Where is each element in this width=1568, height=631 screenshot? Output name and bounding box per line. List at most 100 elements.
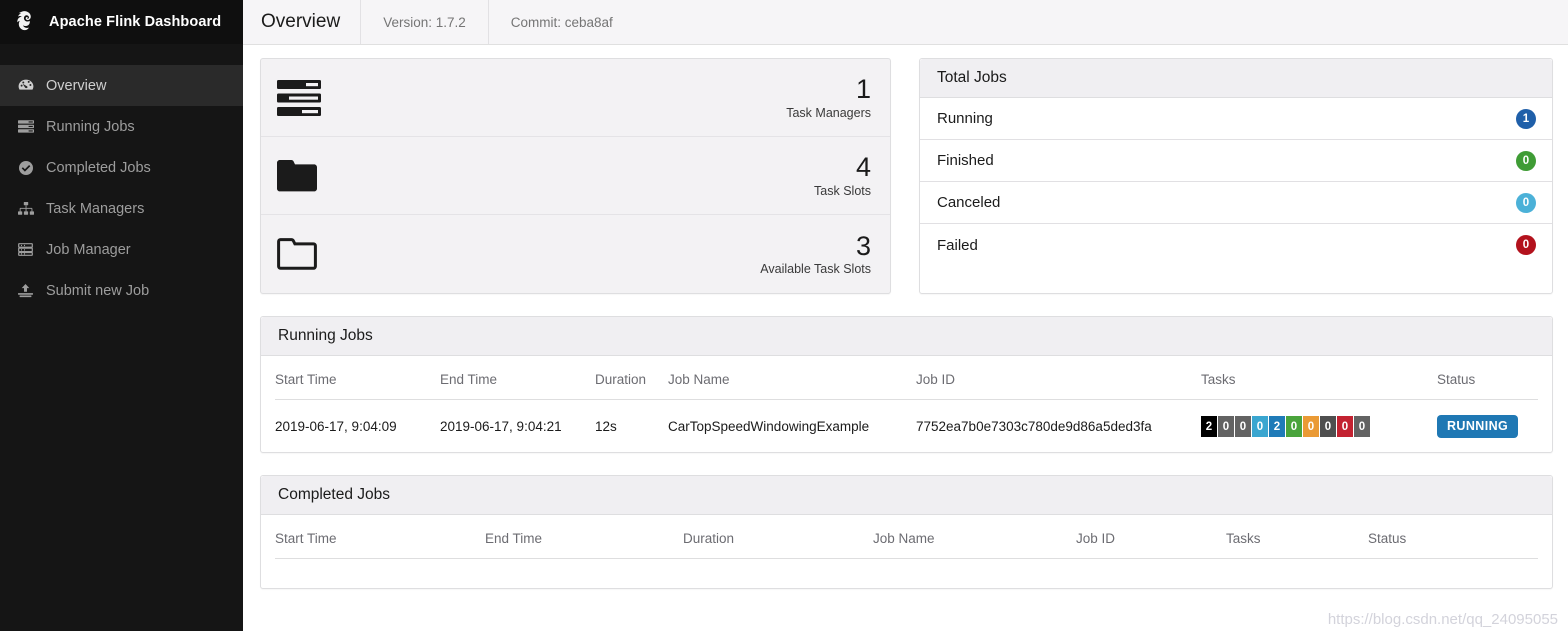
stat-label: Available Task Slots xyxy=(337,262,871,276)
sitemap-icon xyxy=(17,201,34,216)
empty-row xyxy=(275,559,1538,589)
brand-header[interactable]: Apache Flink Dashboard xyxy=(0,0,243,44)
column-header-start-time[interactable]: Start Time xyxy=(275,356,440,400)
cluster-stats-panel: 1 Task Managers 4 Task Slots xyxy=(260,58,891,294)
status-badge: 0 xyxy=(1516,193,1536,213)
task-chip: 0 xyxy=(1235,416,1251,437)
column-header-job-id[interactable]: Job ID xyxy=(1076,515,1226,559)
stat-label: Task Managers xyxy=(337,106,871,120)
running-jobs-panel: Running Jobs Start Time End Time Duratio… xyxy=(260,316,1553,453)
dashboard-icon xyxy=(17,78,34,93)
status-badge: 0 xyxy=(1516,235,1536,255)
stat-label: Task Slots xyxy=(337,184,871,198)
column-header-job-id[interactable]: Job ID xyxy=(916,356,1201,400)
page-title: Overview xyxy=(243,0,361,44)
sidebar-item-label: Running Jobs xyxy=(46,119,135,135)
status-badge: 1 xyxy=(1516,109,1536,129)
completed-jobs-heading: Completed Jobs xyxy=(261,476,1552,515)
sidebar-item-label: Job Manager xyxy=(46,242,131,258)
stat-value: 1 xyxy=(337,75,871,103)
flink-dashboard-app: Apache Flink Dashboard Overview xyxy=(0,0,1568,631)
task-chip: 0 xyxy=(1303,416,1319,437)
sidebar-item-task-managers[interactable]: Task Managers xyxy=(0,188,243,229)
folder-outline-icon xyxy=(277,238,337,270)
stat-available-task-slots: 3 Available Task Slots xyxy=(261,215,890,293)
column-header-status[interactable]: Status xyxy=(1368,515,1538,559)
task-chip: 0 xyxy=(1218,416,1234,437)
task-chip: 0 xyxy=(1354,416,1370,437)
cell-duration: 12s xyxy=(595,400,668,453)
sidebar-item-running-jobs[interactable]: Running Jobs xyxy=(0,106,243,147)
sidebar-item-label: Submit new Job xyxy=(46,283,149,299)
total-jobs-label: Canceled xyxy=(937,194,1000,211)
check-circle-icon xyxy=(17,160,34,175)
sidebar-item-overview[interactable]: Overview xyxy=(0,65,243,106)
cell-status: RUNNING xyxy=(1437,400,1538,453)
stat-value-group: 1 Task Managers xyxy=(337,75,871,119)
total-jobs-label: Finished xyxy=(937,152,994,169)
task-chip: 2 xyxy=(1269,416,1285,437)
cell-start-time: 2019-06-17, 9:04:09 xyxy=(275,400,440,453)
brand-title: Apache Flink Dashboard xyxy=(49,14,221,30)
column-header-duration[interactable]: Duration xyxy=(595,356,668,400)
sidebar-item-job-manager[interactable]: Job Manager xyxy=(0,229,243,270)
task-chip: 2 xyxy=(1201,416,1217,437)
sidebar: Apache Flink Dashboard Overview xyxy=(0,0,243,631)
server-icon xyxy=(17,242,34,257)
cell-end-time: 2019-06-17, 9:04:21 xyxy=(440,400,595,453)
cell-job-id: 7752ea7b0e7303c780de9d86a5ded3fa xyxy=(916,400,1201,453)
completed-jobs-table: Start Time End Time Duration Job Name Jo… xyxy=(275,515,1538,588)
stat-value: 4 xyxy=(337,153,871,181)
sidebar-item-submit-new-job[interactable]: Submit new Job xyxy=(0,270,243,311)
flink-squirrel-logo-icon xyxy=(10,7,40,37)
running-jobs-heading: Running Jobs xyxy=(261,317,1552,356)
status-badge: RUNNING xyxy=(1437,415,1518,438)
cell-job-name: CarTopSpeedWindowingExample xyxy=(668,400,916,453)
column-header-status[interactable]: Status xyxy=(1437,356,1538,400)
running-jobs-table-wrap: Start Time End Time Duration Job Name Jo… xyxy=(261,356,1552,452)
completed-jobs-panel: Completed Jobs Start Time End Time Durat… xyxy=(260,475,1553,589)
sidebar-item-completed-jobs[interactable]: Completed Jobs xyxy=(0,147,243,188)
cell-tasks: 2000200000 xyxy=(1201,400,1437,453)
total-jobs-panel: Total Jobs Running 1 Finished 0 Canceled… xyxy=(919,58,1553,294)
commit-label: Commit: ceba8af xyxy=(489,0,635,44)
total-jobs-label: Failed xyxy=(937,237,978,254)
table-header-row: Start Time End Time Duration Job Name Jo… xyxy=(275,356,1538,400)
total-jobs-row-running[interactable]: Running 1 xyxy=(920,98,1552,140)
sidebar-item-label: Completed Jobs xyxy=(46,160,151,176)
column-header-end-time[interactable]: End Time xyxy=(440,356,595,400)
total-jobs-row-finished[interactable]: Finished 0 xyxy=(920,140,1552,182)
column-header-job-name[interactable]: Job Name xyxy=(873,515,1076,559)
sidebar-nav: Overview Running Jobs xyxy=(0,65,243,311)
table-header-row: Start Time End Time Duration Job Name Jo… xyxy=(275,515,1538,559)
column-header-duration[interactable]: Duration xyxy=(683,515,873,559)
server-list-icon xyxy=(17,119,34,134)
stat-value: 3 xyxy=(337,232,871,260)
table-row[interactable]: 2019-06-17, 9:04:09 2019-06-17, 9:04:21 … xyxy=(275,400,1538,453)
stat-value-group: 4 Task Slots xyxy=(337,153,871,197)
column-header-start-time[interactable]: Start Time xyxy=(275,515,485,559)
upload-icon xyxy=(17,283,34,298)
folder-filled-icon xyxy=(277,160,337,192)
server-stack-icon xyxy=(277,80,337,116)
column-header-tasks[interactable]: Tasks xyxy=(1201,356,1437,400)
stat-task-slots: 4 Task Slots xyxy=(261,137,890,215)
column-header-end-time[interactable]: End Time xyxy=(485,515,683,559)
content-area: 1 Task Managers 4 Task Slots xyxy=(243,45,1568,589)
stat-value-group: 3 Available Task Slots xyxy=(337,232,871,276)
total-jobs-row-failed[interactable]: Failed 0 xyxy=(920,224,1552,266)
sidebar-item-label: Task Managers xyxy=(46,201,144,217)
completed-jobs-body xyxy=(275,559,1538,589)
watermark-text: https://blog.csdn.net/qq_24095055 xyxy=(1328,611,1558,628)
column-header-job-name[interactable]: Job Name xyxy=(668,356,916,400)
task-chip-group: 2000200000 xyxy=(1201,416,1437,437)
running-jobs-body: 2019-06-17, 9:04:09 2019-06-17, 9:04:21 … xyxy=(275,400,1538,453)
total-jobs-row-canceled[interactable]: Canceled 0 xyxy=(920,182,1552,224)
task-chip: 0 xyxy=(1320,416,1336,437)
task-chip: 0 xyxy=(1286,416,1302,437)
column-header-tasks[interactable]: Tasks xyxy=(1226,515,1368,559)
main-content: Overview Version: 1.7.2 Commit: ceba8af xyxy=(243,0,1568,631)
stat-task-managers: 1 Task Managers xyxy=(261,59,890,137)
sidebar-item-label: Overview xyxy=(46,78,106,94)
task-chip: 0 xyxy=(1252,416,1268,437)
